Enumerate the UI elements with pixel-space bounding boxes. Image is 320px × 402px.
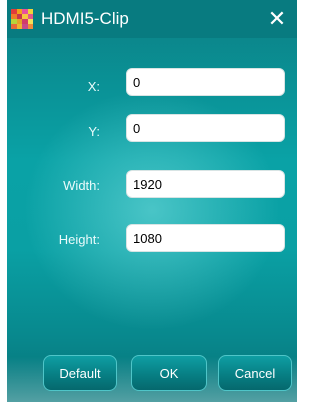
close-icon: ✕: [267, 6, 287, 32]
width-label: Width:: [63, 178, 100, 193]
title-bar[interactable]: HDMI5-Clip ✕: [7, 0, 297, 38]
cancel-button[interactable]: Cancel: [218, 355, 292, 391]
y-label: Y:: [88, 124, 100, 139]
width-input[interactable]: [126, 170, 285, 198]
ok-button[interactable]: OK: [131, 355, 207, 391]
default-button[interactable]: Default: [43, 355, 117, 391]
height-label: Height:: [58, 232, 100, 247]
colorful-grid-icon: [11, 9, 33, 29]
clip-dialog: HDMI5-Clip ✕ X: Y: Width: Height: Defaul…: [7, 0, 297, 402]
window-title: HDMI5-Clip: [41, 9, 129, 28]
y-input[interactable]: [126, 114, 285, 142]
x-label: X:: [87, 79, 100, 94]
close-button[interactable]: ✕: [263, 4, 291, 34]
height-input[interactable]: [126, 224, 285, 252]
x-input[interactable]: [126, 68, 285, 96]
